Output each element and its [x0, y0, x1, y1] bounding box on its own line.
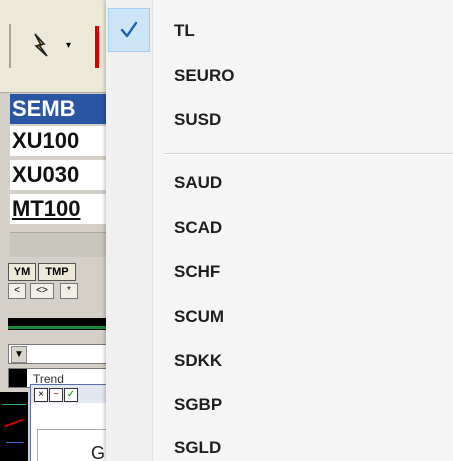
subwindow-label: G [91, 443, 106, 461]
symbol-row-xu030[interactable]: XU030 [10, 160, 106, 190]
mini-toolbar: YM TMP < <> * [8, 263, 106, 299]
dropdown-combo[interactable]: ▼ [8, 344, 106, 364]
background-toolbar: ▾ [0, 0, 106, 93]
symbol-list-header[interactable]: SEMB [10, 94, 106, 124]
menu-item-scad[interactable]: SCAD [174, 218, 222, 238]
symbol-row-xu100[interactable]: XU100 [10, 126, 106, 156]
tool-dropdown-arrow-icon[interactable]: ▾ [66, 40, 71, 51]
lightning-tool-icon[interactable] [30, 32, 52, 58]
check-icon[interactable]: ✓ [64, 388, 78, 402]
chart-line-green [2, 404, 26, 405]
menu-item-seuro[interactable]: SEURO [174, 66, 234, 86]
prev-button[interactable]: < [8, 283, 26, 299]
close-icon[interactable]: × [34, 388, 48, 402]
checkmark-highlight [108, 8, 150, 52]
chart-line-blue [6, 442, 24, 443]
menu-icon-gutter [106, 0, 153, 461]
currency-dropdown-menu: TL SEURO SUSD SAUD SCAD SCHF SCUM SDKK S… [106, 0, 453, 461]
chart-line-red [4, 418, 24, 428]
background-app-window: ▾ SEMB XU100 XU030 MT100 YM TMP < <> * ▼… [0, 0, 106, 461]
trend-swatch [9, 369, 27, 387]
symbol-row-mt100[interactable]: MT100 [10, 194, 106, 224]
red-toolbar-button[interactable] [95, 26, 99, 68]
menu-item-tl[interactable]: TL [174, 21, 195, 41]
ym-button[interactable]: YM [8, 263, 36, 281]
chart-preview [0, 392, 28, 461]
green-indicator-line [8, 326, 106, 329]
star-button[interactable]: * [60, 283, 78, 299]
checkmark-icon [120, 21, 138, 38]
range-button[interactable]: <> [30, 283, 54, 299]
symbol-list-footer [10, 232, 106, 257]
menu-item-sdkk[interactable]: SDKK [174, 351, 222, 371]
tmp-button[interactable]: TMP [38, 263, 76, 281]
menu-item-sgld[interactable]: SGLD [174, 438, 221, 458]
menu-item-scum[interactable]: SCUM [174, 307, 224, 327]
toolbar-separator [9, 24, 11, 68]
chart-subwindow: × ~ ✓ G [30, 384, 106, 461]
menu-item-sgbp[interactable]: SGBP [174, 395, 222, 415]
menu-item-saud[interactable]: SAUD [174, 173, 222, 193]
menu-separator [164, 153, 453, 155]
menu-item-schf[interactable]: SCHF [174, 262, 220, 282]
trend-icon[interactable]: ~ [49, 388, 63, 402]
subwindow-titlebar: × ~ ✓ [31, 385, 106, 403]
combo-arrow-icon[interactable]: ▼ [11, 346, 27, 363]
menu-item-susd[interactable]: SUSD [174, 110, 221, 130]
